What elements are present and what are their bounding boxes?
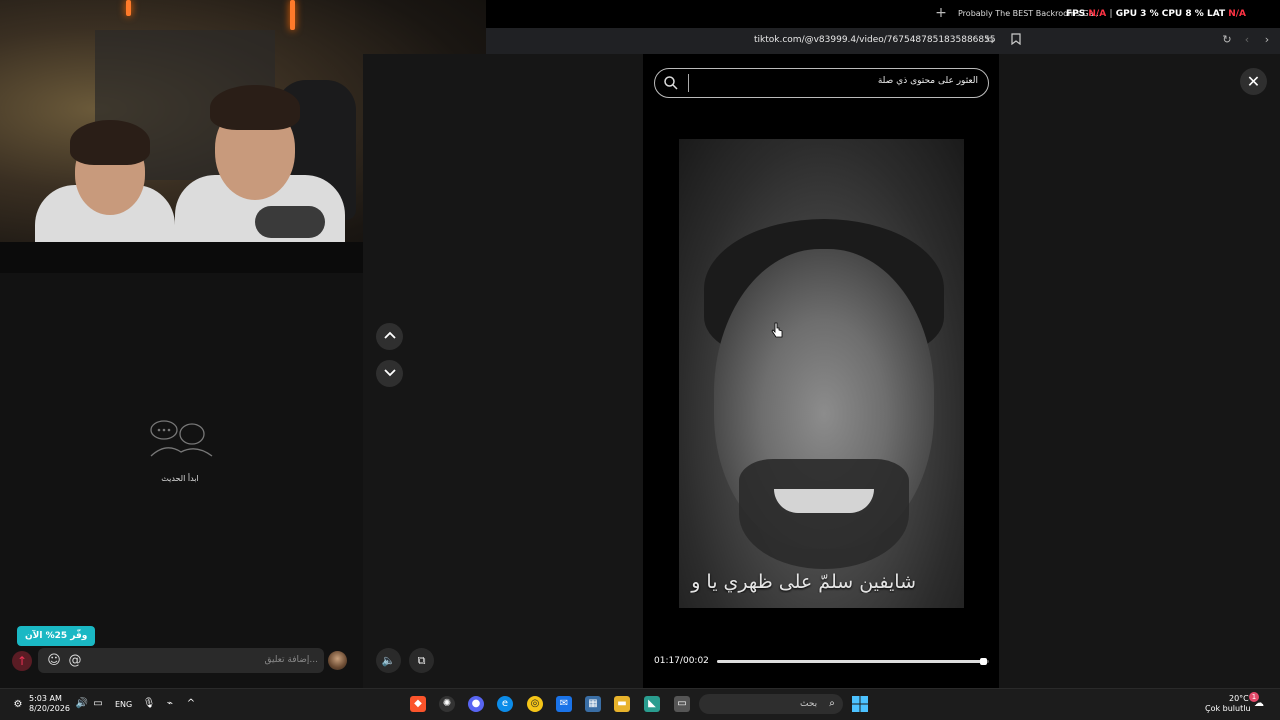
taskbar-search[interactable] [699, 694, 843, 714]
video-player[interactable] [679, 139, 964, 608]
person-hair [210, 85, 300, 130]
language-indicator[interactable]: ENG [115, 700, 132, 709]
store-icon[interactable]: ▦ [585, 696, 601, 712]
wifi-off-icon[interactable]: ⌁ [162, 696, 178, 712]
microphone [255, 206, 325, 238]
close-button[interactable]: ✕ [1240, 68, 1267, 95]
chrome-icon[interactable]: ◎ [527, 696, 543, 712]
screen: + Probably The BEST Backrooms Ga... FPS … [0, 0, 1280, 720]
post-comment-button[interactable]: ↑ [12, 651, 32, 671]
next-video-button[interactable] [376, 360, 403, 387]
picture-in-picture-button[interactable]: ⧉ [409, 648, 434, 673]
taskbar-search-text[interactable]: بحث [800, 699, 817, 709]
new-tab-button[interactable]: + [934, 6, 948, 20]
mail-icon[interactable]: ✉ [556, 696, 572, 712]
forward-icon[interactable]: › [1260, 33, 1274, 47]
file-explorer-icon[interactable]: ▬ [614, 696, 630, 712]
video-time: 01:17/00:02 [654, 656, 709, 666]
neon-light [126, 0, 131, 16]
video-progress-handle[interactable] [979, 658, 987, 665]
chat-bubbles-icon [150, 420, 213, 457]
settings-icon[interactable]: ⚙ [10, 697, 26, 713]
comment-placeholder[interactable]: إضافة تعليق... [200, 655, 318, 665]
clock-date[interactable]: 8/20/2026 [29, 704, 70, 713]
notification-badge: 1 [1249, 692, 1259, 702]
video-caption: شايفين سلمّ على ظهري يا و [691, 571, 916, 593]
video-progress-bar[interactable] [717, 658, 989, 665]
video-progress-fill [717, 660, 984, 663]
search-icon[interactable] [663, 75, 679, 91]
gpu-label: GPU [1115, 9, 1138, 19]
neon-light [290, 0, 295, 30]
windows-start-icon[interactable] [852, 696, 868, 712]
lat-value: N/A [1228, 9, 1247, 19]
empty-comments-text: ابدأ الحديث [161, 474, 199, 483]
search-icon[interactable]: ⌕ [824, 696, 840, 712]
avatar[interactable] [328, 651, 347, 670]
chatgpt-icon[interactable]: ✺ [439, 696, 455, 712]
right-panel [999, 54, 1280, 688]
lat-label: LAT [1206, 9, 1226, 19]
discord-icon[interactable]: ● [468, 696, 484, 712]
app-icon[interactable]: ◣ [644, 696, 660, 712]
weather-desc[interactable]: Çok bulutlu [1205, 704, 1251, 713]
person-hair [70, 120, 150, 165]
brave-browser-icon[interactable]: ◆ [410, 696, 426, 712]
volume-button[interactable]: 🔈 [376, 648, 401, 673]
back-icon[interactable]: ‹ [1240, 33, 1254, 47]
edge-icon[interactable]: e [497, 696, 513, 712]
task-view-icon[interactable]: ▭ [674, 696, 690, 712]
volume-icon[interactable]: 🔊 [74, 696, 90, 712]
video-subject-beard [739, 459, 909, 569]
previous-video-button[interactable] [376, 323, 403, 350]
video-subject-smile [774, 489, 874, 513]
chevron-up-icon[interactable]: ^ [183, 696, 199, 712]
clock-time[interactable]: 5:03 AM [29, 694, 62, 703]
fps-label: FPS [1066, 9, 1086, 19]
reload-icon[interactable]: ↻ [1220, 33, 1234, 47]
site-settings-icon[interactable]: ⇆ [983, 33, 997, 47]
cpu-label: CPU [1161, 9, 1183, 19]
chevron-down-icon [383, 369, 396, 377]
network-icon[interactable]: ▭ [90, 696, 106, 712]
cpu-value: 8 % [1185, 9, 1204, 19]
search-input[interactable]: العثور على محتوى ذي صلة [700, 76, 978, 86]
perf-overlay: FPS N/A | GPU 3 % CPU 8 % LAT N/A [1066, 9, 1246, 19]
mention-icon[interactable]: @ [67, 653, 83, 669]
bookmark-icon[interactable] [1009, 33, 1023, 47]
hand-cursor-icon [771, 322, 783, 338]
gpu-value: 3 % [1140, 9, 1159, 19]
fps-value: N/A [1088, 9, 1107, 19]
nav-column [363, 54, 643, 688]
mic-icon[interactable]: 🎙 [141, 696, 157, 712]
emoji-icon[interactable]: ☺ [46, 653, 62, 669]
chevron-up-icon [383, 331, 396, 339]
weather-temp[interactable]: 20°C [1229, 694, 1249, 703]
search-divider [688, 74, 689, 92]
promo-badge[interactable]: وفّر 25% الآن [17, 626, 96, 646]
url-text[interactable]: tiktok.com/@v83999.4/video/7675487851835… [754, 35, 996, 45]
